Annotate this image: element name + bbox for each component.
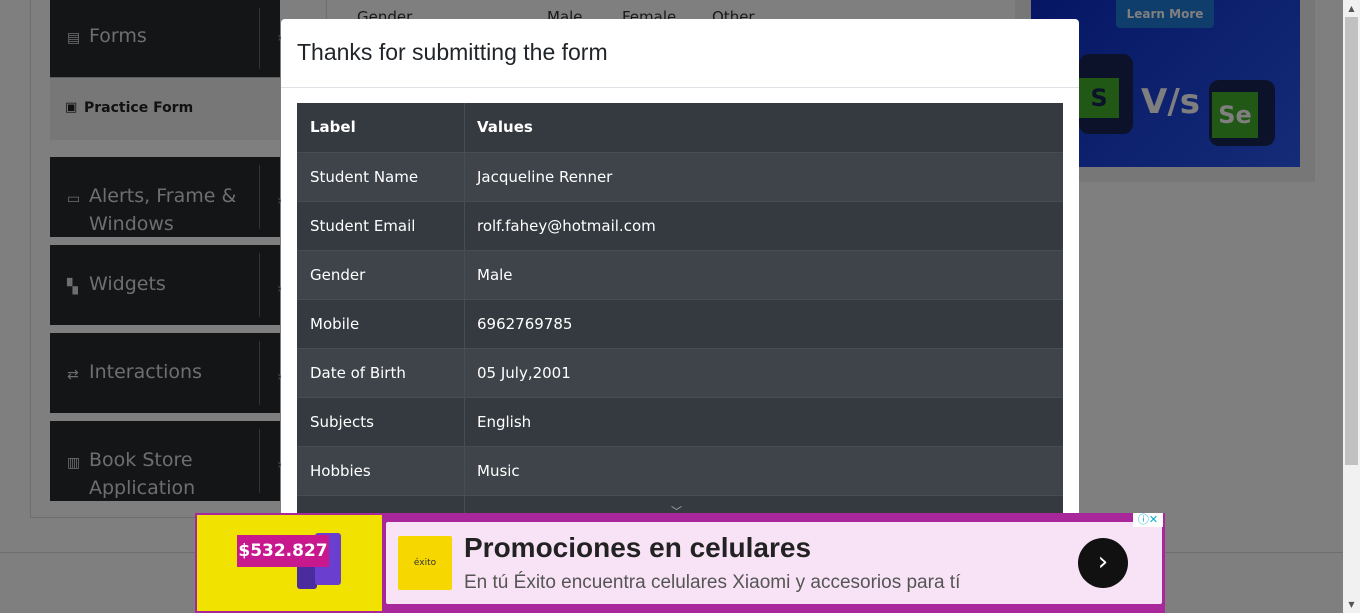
scrollbar-thumb[interactable] <box>1345 17 1358 465</box>
submission-modal: Thanks for submitting the form Label Val… <box>281 19 1079 539</box>
header-values: Values <box>477 118 533 136</box>
ad-product-image: $532.827 <box>197 515 382 611</box>
table-row: Student Name Jacqueline Renner <box>297 152 1063 202</box>
table-header-row: Label Values <box>297 103 1063 152</box>
row-label: Gender <box>310 266 366 284</box>
ad-go-arrow-icon[interactable]: › <box>1078 538 1128 588</box>
results-table: Label Values Student Name Jacqueline Ren… <box>297 103 1063 523</box>
table-row: Student Email rolf.fahey@hotmail.com <box>297 201 1063 251</box>
table-row: Date of Birth 05 July,2001 <box>297 348 1063 398</box>
ad-title[interactable]: Promociones en celulares <box>464 532 811 564</box>
row-label: Date of Birth <box>310 364 406 382</box>
bottom-advertisement[interactable]: $532.827 éxito Promociones en celulares … <box>195 513 1165 613</box>
exito-logo: éxito <box>398 536 452 590</box>
table-row: Subjects English <box>297 397 1063 447</box>
row-label: Mobile <box>310 315 360 333</box>
row-value: 05 July,2001 <box>477 364 571 382</box>
modal-title: Thanks for submitting the form <box>297 39 608 65</box>
ad-price: $532.827 <box>237 535 329 567</box>
table-row: Gender Male <box>297 250 1063 300</box>
row-label: Student Email <box>310 217 416 235</box>
row-value: Male <box>477 266 513 284</box>
ad-description: En tú Éxito encuentra celulares Xiaomi y… <box>464 572 961 593</box>
header-label: Label <box>310 118 356 136</box>
table-row: Hobbies Music <box>297 446 1063 496</box>
ad-choices-icon[interactable]: ⓘ✕ <box>1133 513 1163 527</box>
table-row: Mobile 6962769785 <box>297 299 1063 349</box>
row-label: Subjects <box>310 413 374 431</box>
row-value: English <box>477 413 532 431</box>
row-value: 6962769785 <box>477 315 573 333</box>
scroll-up-icon[interactable]: ▲ <box>1343 0 1360 17</box>
row-value: Music <box>477 462 520 480</box>
row-label: Hobbies <box>310 462 371 480</box>
ad-card[interactable]: éxito Promociones en celulares En tú Éxi… <box>386 522 1162 604</box>
modal-header: Thanks for submitting the form <box>281 19 1079 88</box>
row-value: Jacqueline Renner <box>477 168 613 186</box>
scroll-down-icon[interactable]: ▼ <box>1343 596 1360 613</box>
row-value: rolf.fahey@hotmail.com <box>477 217 656 235</box>
row-label: Student Name <box>310 168 419 186</box>
page-scrollbar[interactable]: ▲ ▼ <box>1343 0 1360 613</box>
